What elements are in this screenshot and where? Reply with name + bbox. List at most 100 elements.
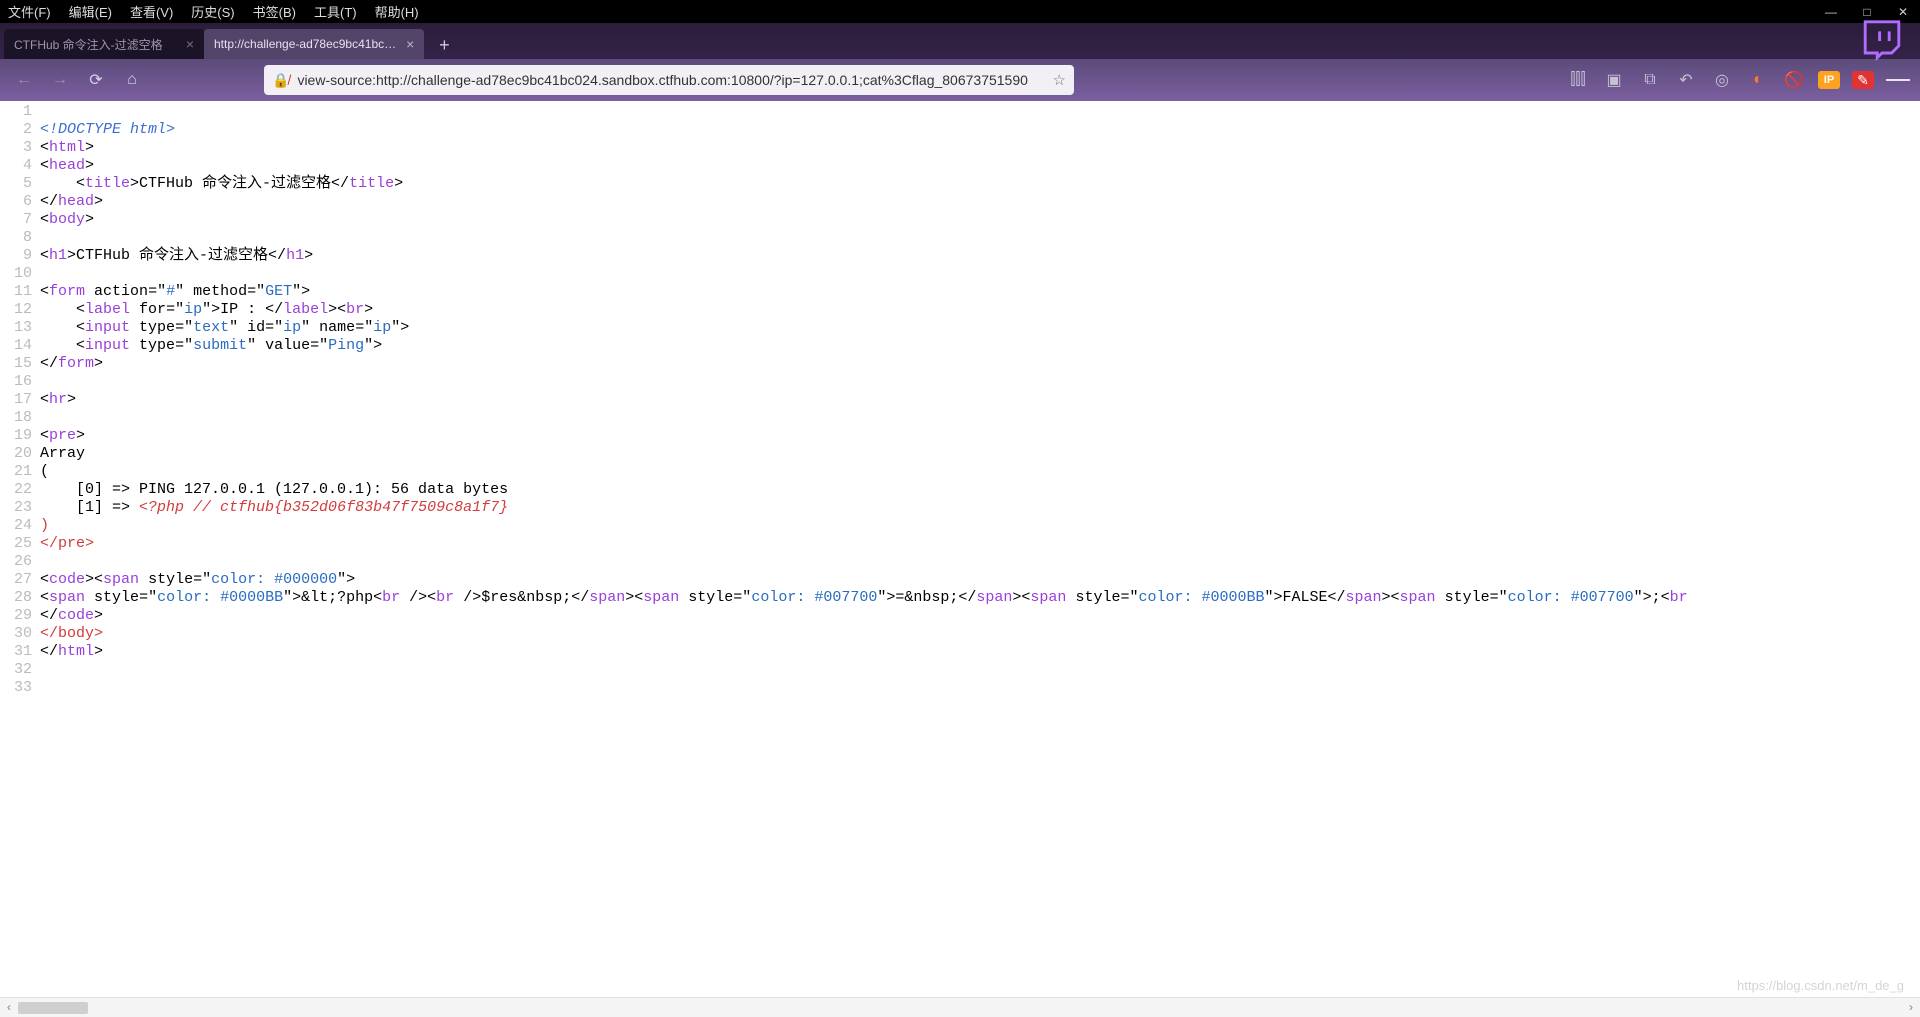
line-code: <body> — [40, 211, 94, 229]
undo-icon[interactable]: ↶ — [1674, 68, 1698, 92]
line-code: </html> — [40, 643, 103, 661]
page-source-view[interactable]: 12<!DOCTYPE html>3<html>4<head>5 <title>… — [0, 101, 1920, 997]
scroll-track[interactable] — [18, 1002, 1902, 1014]
menu-item[interactable]: 文件(F) — [8, 2, 51, 21]
address-bar[interactable]: 🔒̸ view-source:http://challenge-ad78ec9b… — [264, 65, 1074, 95]
line-number: 20 — [0, 445, 40, 463]
line-code: Array — [40, 445, 85, 463]
line-number: 17 — [0, 391, 40, 409]
new-tab-button[interactable]: + — [430, 31, 458, 59]
line-number: 11 — [0, 283, 40, 301]
source-line: 26 — [0, 553, 1920, 571]
source-line: 15</form> — [0, 355, 1920, 373]
source-line: 9<h1>CTFHub 命令注入-过滤空格</h1> — [0, 247, 1920, 265]
source-line: 1 — [0, 103, 1920, 121]
line-code: ) — [40, 517, 49, 535]
app-menu-icon[interactable] — [1886, 68, 1910, 92]
source-line: 20Array — [0, 445, 1920, 463]
browser-tab-active[interactable]: http://challenge-ad78ec9bc41bc… × — [204, 29, 424, 59]
source-line: 12 <label for="ip">IP : </label><br> — [0, 301, 1920, 319]
line-number: 28 — [0, 589, 40, 607]
scroll-thumb[interactable] — [18, 1002, 88, 1014]
home-icon[interactable]: ⌂ — [118, 66, 146, 94]
line-number: 8 — [0, 229, 40, 247]
app-menubar: 文件(F) 编辑(E) 查看(V) 历史(S) 书签(B) 工具(T) 帮助(H… — [0, 0, 1920, 23]
line-number: 32 — [0, 661, 40, 679]
line-number: 7 — [0, 211, 40, 229]
line-code: <head> — [40, 157, 94, 175]
sidebar-icon[interactable]: ▣ — [1602, 68, 1626, 92]
menu-item[interactable]: 编辑(E) — [69, 2, 112, 21]
menu-item[interactable]: 帮助(H) — [375, 2, 419, 21]
line-number: 23 — [0, 499, 40, 517]
source-line: 6</head> — [0, 193, 1920, 211]
tab-label: http://challenge-ad78ec9bc41bc… — [214, 37, 396, 51]
twitch-logo-icon — [1854, 17, 1910, 65]
line-number: 12 — [0, 301, 40, 319]
line-number: 14 — [0, 337, 40, 355]
bookmark-star-icon[interactable]: ☆ — [1053, 71, 1066, 89]
hackbar-extension-icon[interactable]: ✎ — [1852, 71, 1874, 89]
line-number: 2 — [0, 121, 40, 139]
screenshot-icon[interactable]: ⧉ — [1638, 68, 1662, 92]
line-code: <input type="submit" value="Ping"> — [40, 337, 382, 355]
source-line: 30</body> — [0, 625, 1920, 643]
line-code: <form action="#" method="GET"> — [40, 283, 310, 301]
reload-icon[interactable]: ⟳ — [82, 66, 110, 94]
close-icon[interactable]: × — [406, 36, 414, 52]
line-number: 22 — [0, 481, 40, 499]
window-minimize-icon[interactable]: — — [1822, 5, 1840, 19]
line-number: 30 — [0, 625, 40, 643]
source-line: 4<head> — [0, 157, 1920, 175]
scroll-right-icon[interactable]: › — [1902, 1001, 1920, 1015]
line-number: 15 — [0, 355, 40, 373]
source-line: 2<!DOCTYPE html> — [0, 121, 1920, 139]
extension-icon[interactable]: ◐ — [1746, 68, 1770, 92]
line-code: <input type="text" id="ip" name="ip"> — [40, 319, 409, 337]
source-line: 32 — [0, 661, 1920, 679]
menu-item[interactable]: 查看(V) — [130, 2, 173, 21]
line-code: [0] => PING 127.0.0.1 (127.0.0.1): 56 da… — [40, 481, 508, 499]
line-number: 9 — [0, 247, 40, 265]
scroll-left-icon[interactable]: ‹ — [0, 1001, 18, 1015]
ip-extension-icon[interactable]: IP — [1818, 71, 1840, 89]
source-line: 31</html> — [0, 643, 1920, 661]
line-code: <html> — [40, 139, 94, 157]
line-number: 16 — [0, 373, 40, 391]
close-icon[interactable]: × — [186, 36, 194, 52]
line-code: </pre> — [40, 535, 94, 553]
line-number: 5 — [0, 175, 40, 193]
robot-extension-icon[interactable]: ◎ — [1710, 68, 1734, 92]
source-line: 18 — [0, 409, 1920, 427]
line-number: 1 — [0, 103, 40, 121]
nav-forward-icon[interactable]: → — [46, 66, 74, 94]
url-text: view-source:http://challenge-ad78ec9bc41… — [297, 72, 1044, 88]
horizontal-scrollbar[interactable]: ‹ › — [0, 997, 1920, 1017]
line-code: <pre> — [40, 427, 85, 445]
menu-item[interactable]: 工具(T) — [314, 2, 357, 21]
source-line: 5 <title>CTFHub 命令注入-过滤空格</title> — [0, 175, 1920, 193]
line-number: 18 — [0, 409, 40, 427]
line-code: </form> — [40, 355, 103, 373]
source-line: 28<span style="color: #0000BB">&lt;?php<… — [0, 589, 1920, 607]
library-icon[interactable]: ⫿⫿⫿ — [1566, 68, 1590, 92]
line-code: [1] => <?php // ctfhub{b352d06f83b47f750… — [40, 499, 508, 517]
nav-back-icon[interactable]: ← — [10, 66, 38, 94]
menu-item[interactable]: 书签(B) — [253, 2, 296, 21]
line-code: ( — [40, 463, 49, 481]
line-number: 33 — [0, 679, 40, 697]
tab-label: CTFHub 命令注入-过滤空格 — [14, 36, 163, 53]
line-code: <h1>CTFHub 命令注入-过滤空格</h1> — [40, 247, 313, 265]
line-code: <!DOCTYPE html> — [40, 121, 175, 139]
line-number: 21 — [0, 463, 40, 481]
line-code: </head> — [40, 193, 103, 211]
source-line: 13 <input type="text" id="ip" name="ip"> — [0, 319, 1920, 337]
line-code: <title>CTFHub 命令注入-过滤空格</title> — [40, 175, 403, 193]
browser-tab[interactable]: CTFHub 命令注入-过滤空格 × — [4, 29, 204, 59]
line-code: </body> — [40, 625, 103, 643]
line-code: <span style="color: #0000BB">&lt;?php<br… — [40, 589, 1688, 607]
line-number: 4 — [0, 157, 40, 175]
line-code: <hr> — [40, 391, 76, 409]
noscript-icon[interactable]: 🚫 — [1782, 68, 1806, 92]
menu-item[interactable]: 历史(S) — [191, 2, 234, 21]
